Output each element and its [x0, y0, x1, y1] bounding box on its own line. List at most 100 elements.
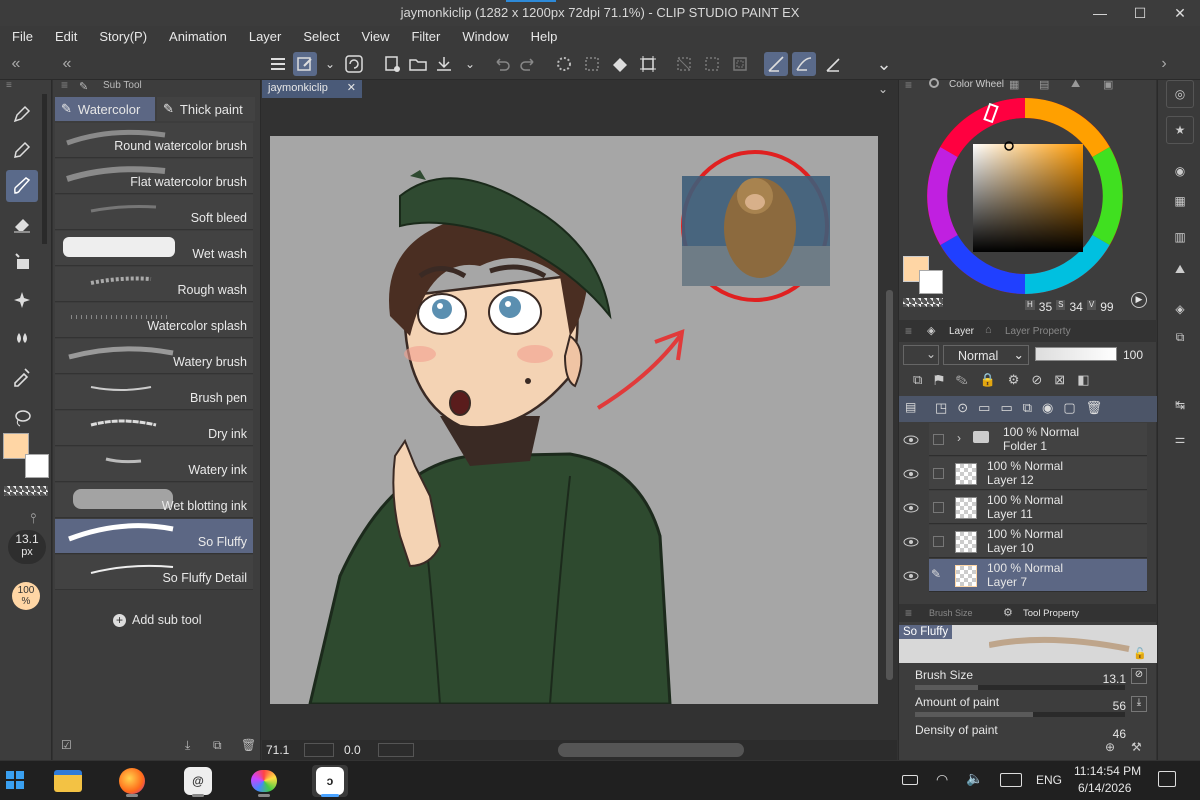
toolbar-overflow-icon[interactable]: ⌄	[872, 52, 896, 76]
reset-icon[interactable]: ⊕	[1105, 740, 1115, 754]
menu-icon[interactable]	[266, 52, 290, 76]
layer-action-icons[interactable]: ◳⊙▭▭⧉◉▢🗑	[935, 400, 1112, 416]
amount-of-paint-value[interactable]: 56	[1113, 699, 1126, 713]
color-slider-tab-icon[interactable]: ▤	[1039, 78, 1049, 91]
sub-color-swatch[interactable]	[25, 454, 49, 478]
brush-item-selected[interactable]: So Fluffy	[55, 519, 253, 554]
clock-date[interactable]: 6/14/2026	[1078, 781, 1131, 795]
windows-start-icon[interactable]	[6, 771, 24, 789]
layer-row[interactable]: 100 % Normal Layer 12	[903, 457, 1147, 490]
fill-tool-icon[interactable]	[6, 246, 38, 278]
collapse-left-icon[interactable]: «	[4, 52, 28, 76]
wrench-icon[interactable]: ⚒	[1131, 740, 1142, 754]
close-button[interactable]: ✕	[1160, 2, 1200, 24]
tool-scrollbar[interactable]	[42, 94, 47, 244]
brush-item[interactable]: Soft bleed	[55, 195, 253, 230]
sparkle-tool-icon[interactable]	[6, 284, 38, 316]
color-wheel-panel-icon[interactable]: ◉	[1166, 158, 1194, 186]
snap-grid-icon[interactable]	[822, 52, 846, 76]
clock-time[interactable]: 11:14:54 PM	[1074, 764, 1141, 778]
pen-tool-icon[interactable]	[6, 98, 38, 130]
layer-row[interactable]: 100 % Normal Layer 10	[903, 525, 1147, 558]
lock-icon[interactable]: 🔓	[1133, 647, 1147, 660]
save-icon[interactable]	[432, 52, 456, 76]
clip-studio-paint-icon[interactable]: ↄ	[312, 765, 348, 797]
expand-right-icon[interactable]: ›	[1152, 52, 1176, 76]
trash-icon[interactable]: 🗑	[241, 738, 256, 752]
blend-mode-select[interactable]: Normal ⌄	[943, 345, 1029, 365]
collapse-subtool-icon[interactable]: «	[55, 52, 79, 76]
menu-story[interactable]: Story(P)	[87, 26, 157, 48]
material-icon[interactable]: ★	[1166, 116, 1194, 144]
language-indicator[interactable]: ENG	[1036, 773, 1062, 787]
brush-item[interactable]: Brush pen	[55, 375, 253, 410]
rotation-value[interactable]: 0.0	[344, 743, 361, 757]
grid-icon[interactable]	[728, 52, 752, 76]
layer-row[interactable]: › 100 % Normal Folder 1	[903, 423, 1147, 456]
brush-item[interactable]: Watercolor splash	[55, 303, 253, 338]
sliders-icon[interactable]: ⚌	[1166, 426, 1194, 454]
lasso-tool-icon[interactable]	[6, 402, 38, 434]
download-icon[interactable]: ⤓	[185, 738, 190, 753]
layer-color-dropdown[interactable]: ⌄	[903, 345, 939, 365]
visibility-eye-icon[interactable]	[903, 500, 919, 516]
volume-icon[interactable]: 🔈	[966, 770, 983, 787]
clear-selection-icon[interactable]	[580, 52, 604, 76]
approx-color-icon[interactable]: ⛰	[1166, 256, 1194, 284]
layers-panel-icon[interactable]: ◈	[1166, 296, 1194, 324]
layer-select-checkbox[interactable]	[933, 434, 944, 445]
transparent-color-swatch[interactable]	[4, 486, 48, 496]
menu-edit[interactable]: Edit	[43, 26, 87, 48]
menu-select[interactable]: Select	[291, 26, 349, 48]
add-sub-tool-button[interactable]: + Add sub tool	[113, 613, 202, 627]
brush-size-slider[interactable]	[915, 685, 1125, 690]
layer-tab[interactable]: Layer	[949, 326, 974, 337]
tool-settings-icon[interactable]: ⫯	[30, 510, 36, 527]
brush-size-indicator[interactable]: 13.1 px	[8, 530, 46, 564]
blend-tool-icon[interactable]	[6, 322, 38, 354]
menu-animation[interactable]: Animation	[157, 26, 237, 48]
undo-icon[interactable]	[490, 52, 514, 76]
clip-studio-icon[interactable]	[342, 52, 366, 76]
snap-ruler-icon[interactable]	[764, 52, 788, 76]
intermediate-color-tab-icon[interactable]: ⛰	[1071, 78, 1080, 91]
document-tab[interactable]: jaymonkiclip ✕	[262, 80, 362, 98]
brush-item[interactable]: Flat watercolor brush	[55, 159, 253, 194]
zoom-value[interactable]: 71.1	[266, 743, 289, 757]
firefox-icon[interactable]	[114, 765, 150, 797]
brush-tab-icon[interactable]: ✎	[79, 80, 88, 93]
eyedropper-tool-icon[interactable]	[6, 360, 38, 392]
sub-color-swatch[interactable]	[919, 270, 943, 294]
amount-settings-icon[interactable]: ⤓	[1131, 696, 1147, 712]
color-mode-icon[interactable]: ▶	[1131, 292, 1147, 308]
folder-expand-chevron-icon[interactable]: ›	[957, 431, 961, 445]
color-set-panel-icon[interactable]: ▦	[1166, 188, 1194, 216]
menu-layer[interactable]: Layer	[237, 26, 292, 48]
new-canvas-icon[interactable]	[293, 52, 317, 76]
canvas-vertical-scrollbar[interactable]	[886, 290, 893, 680]
visibility-eye-icon[interactable]	[903, 534, 919, 550]
visibility-eye-icon[interactable]	[903, 432, 919, 448]
notification-icon[interactable]	[1158, 771, 1176, 787]
brush-tool-icon[interactable]	[6, 170, 38, 202]
opacity-indicator[interactable]: 100 %	[12, 582, 40, 610]
tab-watercolor[interactable]: ✎ Watercolor	[55, 97, 155, 121]
wifi-icon[interactable]: ◠	[936, 771, 948, 788]
layer-toolbar-row-1[interactable]: ⧉⚑✎🔒⚙⊘⊠◧	[913, 372, 1143, 392]
brush-item[interactable]: Dry ink	[55, 411, 253, 446]
film-icon[interactable]: ▥	[1166, 224, 1194, 252]
canvas-horizontal-scrollbar[interactable]	[558, 743, 744, 757]
layer-search-icon[interactable]: ⧉	[1166, 324, 1194, 352]
color-history-tab-icon[interactable]: ▣	[1103, 78, 1113, 91]
brush-item[interactable]: Rough wash	[55, 267, 253, 302]
tool-property-tab[interactable]: Tool Property	[1023, 608, 1079, 619]
maximize-button[interactable]: ☐	[1120, 2, 1160, 24]
navigator-icon[interactable]: ◎	[1166, 80, 1194, 108]
file-explorer-icon[interactable]	[50, 765, 86, 797]
transform-icon[interactable]	[636, 52, 660, 76]
layer-opacity-slider[interactable]	[1035, 347, 1117, 361]
loading-icon[interactable]	[552, 52, 576, 76]
brush-item[interactable]: Watery brush	[55, 339, 253, 374]
minimize-button[interactable]: —	[1080, 2, 1120, 24]
menu-window[interactable]: Window	[450, 26, 518, 48]
